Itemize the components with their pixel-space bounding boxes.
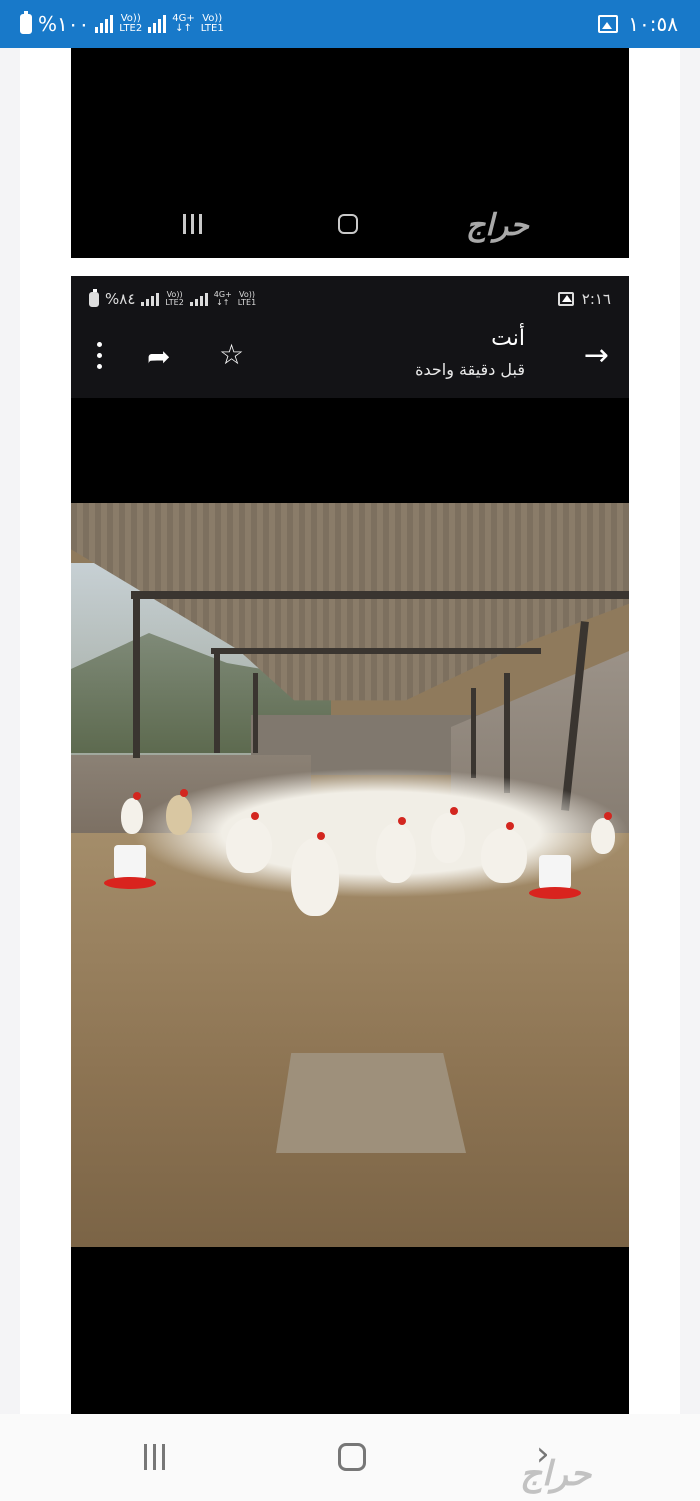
home-icon <box>338 214 358 234</box>
photo-hen <box>226 812 272 873</box>
signal-icon <box>189 292 208 306</box>
photo-slab <box>276 1053 466 1153</box>
photo-post <box>214 653 220 753</box>
more-options-icon <box>97 342 103 370</box>
battery-icon <box>20 11 32 34</box>
photo-beam <box>211 648 541 654</box>
home-button[interactable] <box>338 1443 366 1471</box>
photo-beam <box>131 591 629 599</box>
status-bar: %١٠٠ Vo)) LTE2 4G+ ↓↑ Vo)) LTE1 ١٠:٥٨ <box>0 0 700 48</box>
recents-icon <box>183 214 202 234</box>
previous-image[interactable]: حراج <box>71 48 629 258</box>
photo-post <box>471 688 476 778</box>
photo-post <box>133 598 140 758</box>
signal-icon <box>141 292 160 306</box>
share-icon: ➦ <box>147 340 171 373</box>
photo-hen <box>121 792 143 834</box>
signal-icon <box>148 15 167 33</box>
network-label-sim1: Vo)) LTE2 <box>119 13 143 34</box>
photo-hen <box>431 807 465 863</box>
inner-battery-percent: %٨٤ <box>105 290 136 308</box>
star-icon: ☆ <box>219 338 245 371</box>
image-icon <box>557 292 574 306</box>
inner-status-left: %٨٤ Vo)) LTE2 4G+ ↓↑ Vo)) LTE1 <box>89 288 257 308</box>
network-label-sim2: Vo)) LTE1 <box>200 13 224 34</box>
inner-status-bar: %٨٤ Vo)) LTE2 4G+ ↓↑ Vo)) LTE1 ٢:١٦ <box>71 276 629 320</box>
watermark-logo: حراج <box>520 1454 592 1494</box>
watermark-logo: حراج <box>466 208 529 243</box>
chicken-farm-photo <box>71 503 629 1247</box>
status-right: ١٠:٥٨ <box>598 12 678 36</box>
arrow-right-icon: → <box>583 338 609 373</box>
system-nav-bar: › حراج <box>0 1414 700 1501</box>
signal-icon <box>95 15 114 33</box>
recents-button[interactable] <box>144 1444 165 1470</box>
image-nav-overlay <box>71 210 629 240</box>
photo-hen <box>481 822 527 883</box>
clock: ١٠:٥٨ <box>628 12 678 36</box>
network-label-4g: 4G+ ↓↑ <box>172 13 195 34</box>
battery-icon <box>89 288 99 307</box>
photo-feeder <box>104 845 156 889</box>
status-left: %١٠٠ Vo)) LTE2 4G+ ↓↑ Vo)) LTE1 <box>20 11 224 36</box>
battery-percent: %١٠٠ <box>38 12 90 36</box>
inner-network-sim2: Vo)) LTE1 <box>237 290 257 307</box>
photo-post <box>253 673 258 753</box>
inner-network-sim1: Vo)) LTE2 <box>165 290 184 307</box>
photo-hen <box>166 789 192 835</box>
photo-hen <box>376 817 416 883</box>
inner-title: أنت <box>491 326 525 351</box>
photo-feeder <box>529 855 581 899</box>
inner-status-right: ٢:١٦ <box>557 290 611 308</box>
photo-hen <box>291 832 339 916</box>
image-icon <box>598 15 619 33</box>
photo-hen <box>591 812 615 854</box>
inner-network-4g: 4G+ ↓↑ <box>213 290 232 307</box>
inner-subtitle: قبل دقيقة واحدة <box>415 360 525 379</box>
inner-clock: ٢:١٦ <box>581 290 611 308</box>
listing-image[interactable]: %٨٤ Vo)) LTE2 4G+ ↓↑ Vo)) LTE1 ٢:١٦ ➦ ☆ أنت… <box>71 276 629 1414</box>
inner-toolbar: ➦ ☆ أنت قبل دقيقة واحدة → <box>71 320 629 398</box>
